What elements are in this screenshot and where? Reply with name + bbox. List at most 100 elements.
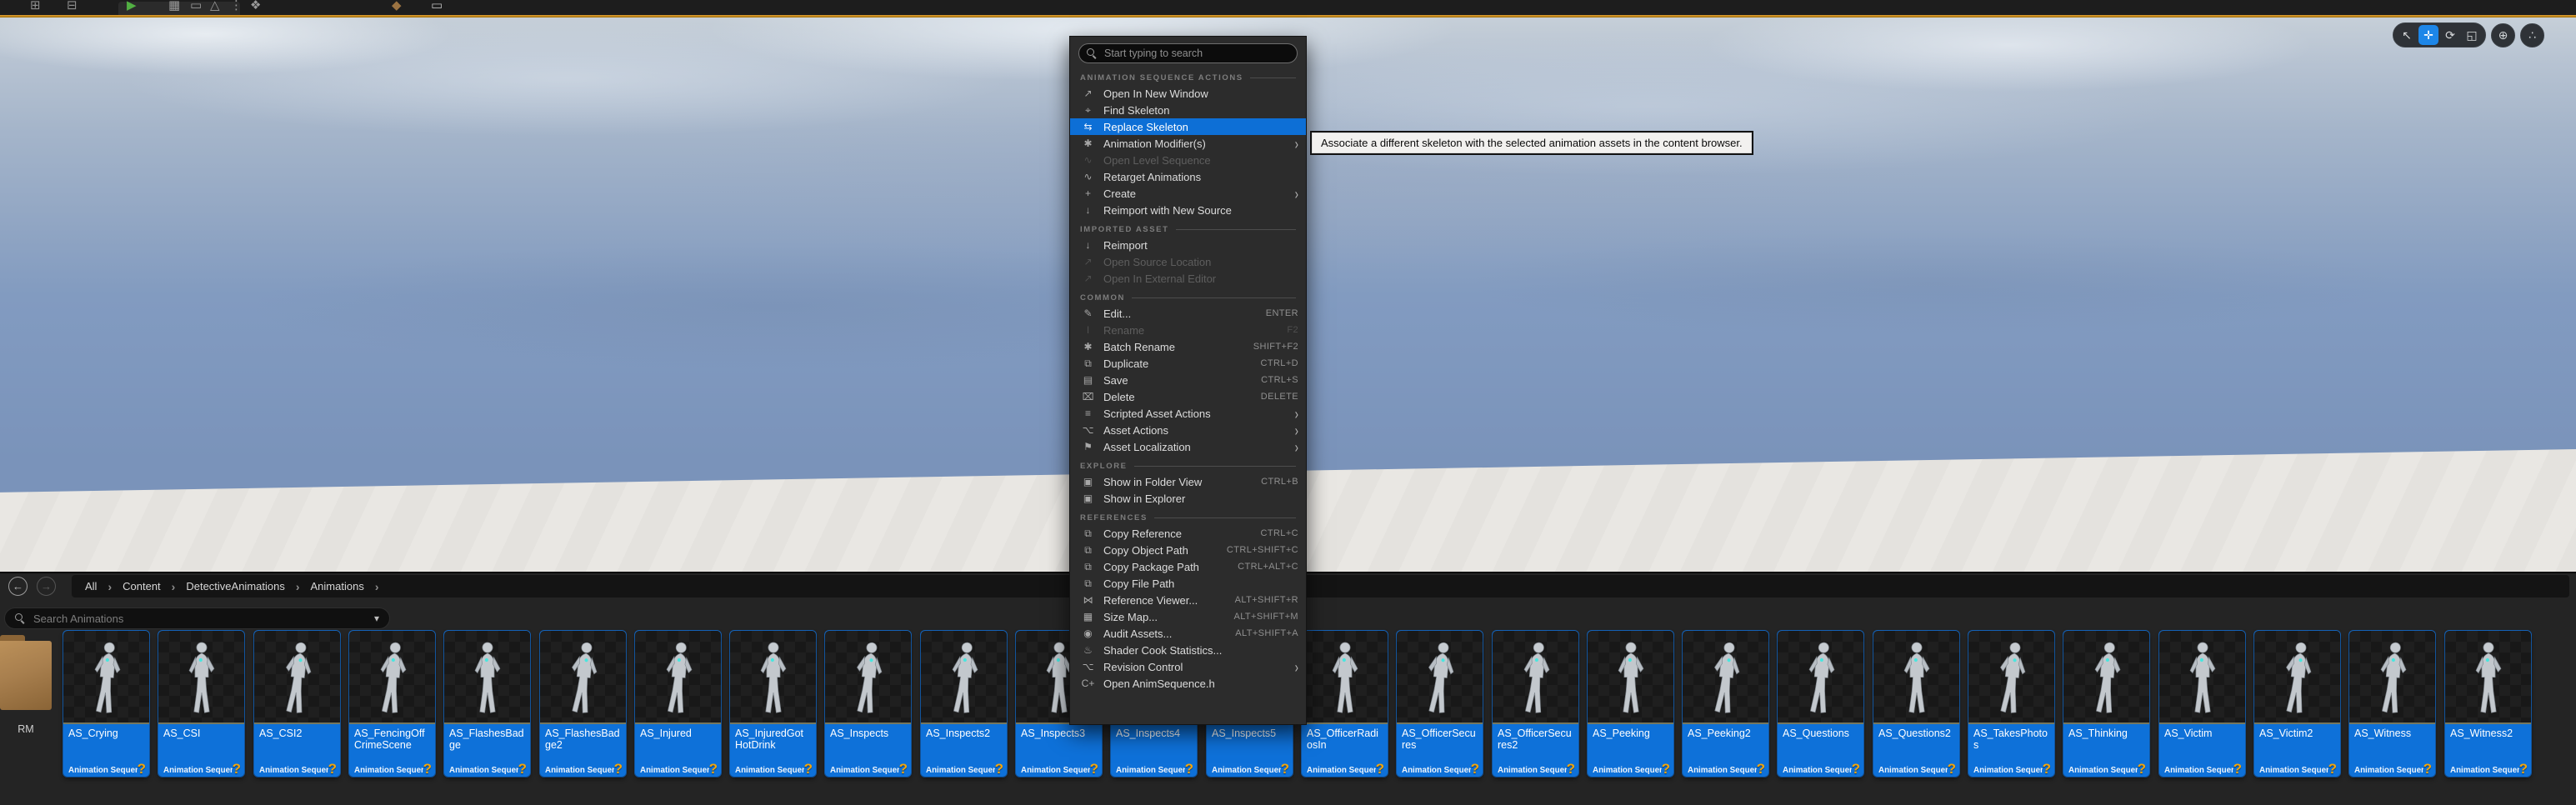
tile-label-area: AS_OfficerSecures2Animation Sequen...? bbox=[1493, 724, 1578, 777]
asset-tile-as_victim[interactable]: AS_VictimAnimation Sequen...? bbox=[2159, 631, 2245, 777]
asset-tile-as_witness2[interactable]: AS_Witness2Animation Sequen...? bbox=[2445, 631, 2531, 777]
menu-item-shader-cook-statistics[interactable]: ♨Shader Cook Statistics... bbox=[1070, 642, 1306, 658]
asset-name: AS_OfficerRadiosIn bbox=[1307, 728, 1383, 751]
menu-item-replace-skeleton[interactable]: ⇆Replace Skeleton bbox=[1070, 118, 1306, 135]
tile-label-area: AS_Questions2Animation Sequen...? bbox=[1873, 724, 1959, 777]
search-icon bbox=[1087, 48, 1097, 58]
toolbar-grid-icon[interactable]: ▦ bbox=[168, 0, 180, 13]
menu-item-open-animsequence-h[interactable]: C+Open AnimSequence.h bbox=[1070, 675, 1306, 692]
menu-item-size-map[interactable]: ▦Size Map...ALT+SHIFT+M bbox=[1070, 608, 1306, 625]
menu-item-label: Open AnimSequence.h bbox=[1103, 678, 1215, 690]
mannequin-figure bbox=[1898, 641, 1936, 718]
asset-tile-as_witness[interactable]: AS_WitnessAnimation Sequence? bbox=[2349, 631, 2435, 777]
asset-tile-as_officersecures[interactable]: AS_OfficerSecuresAnimation Sequen...? bbox=[1397, 631, 1483, 777]
world-space-toggle[interactable]: ⊕ bbox=[2491, 23, 2515, 48]
menu-item-revision-control[interactable]: ⌥Revision Control› bbox=[1070, 658, 1306, 675]
toolbar-icon-a[interactable]: ⊞ bbox=[30, 0, 41, 13]
menu-section: COMMON✎Edit...ENTERIRenameF2✱Batch Renam… bbox=[1070, 290, 1306, 455]
asset-tile-as_csi2[interactable]: AS_CSI2Animation Sequen...? bbox=[254, 631, 340, 777]
move-tool[interactable]: ✛ bbox=[2418, 25, 2438, 45]
menu-item-reference-viewer[interactable]: ⋈Reference Viewer...ALT+SHIFT+R bbox=[1070, 592, 1306, 608]
asset-tile-as_officersecures2[interactable]: AS_OfficerSecures2Animation Sequen...? bbox=[1493, 631, 1578, 777]
asset-tile-as_inspects[interactable]: AS_InspectsAnimation Sequen...? bbox=[825, 631, 911, 777]
menu-item-delete[interactable]: ⌧DeleteDELETE bbox=[1070, 388, 1306, 405]
asset-tile-as_injuredgothotdrink[interactable]: AS_InjuredGotHotDrinkAnimation Sequen...… bbox=[730, 631, 816, 777]
menu-item-scripted-asset-actions[interactable]: ≡Scripted Asset Actions› bbox=[1070, 405, 1306, 422]
menu-item-create[interactable]: +Create› bbox=[1070, 185, 1306, 202]
reimport-icon: ↓ bbox=[1081, 239, 1095, 251]
toolbar-monitor-icon[interactable]: ▭ bbox=[190, 0, 202, 13]
menu-item-copy-reference[interactable]: ⧉Copy ReferenceCTRL+C bbox=[1070, 525, 1306, 542]
menu-item-find-skeleton[interactable]: ⌖Find Skeleton bbox=[1070, 102, 1306, 118]
asset-search-bar[interactable]: ▾ bbox=[4, 608, 390, 629]
menu-item-asset-actions[interactable]: ⌥Asset Actions› bbox=[1070, 422, 1306, 438]
search-input[interactable] bbox=[32, 612, 368, 626]
toolbar-platforms-icon[interactable]: △ bbox=[210, 0, 220, 13]
breadcrumb-item-animations[interactable]: Animations bbox=[311, 580, 364, 592]
asset-name: AS_Peeking2 bbox=[1688, 728, 1763, 739]
folder-item-rm[interactable] bbox=[0, 635, 52, 710]
edit-icon: ✎ bbox=[1081, 308, 1095, 319]
breadcrumb-item-all[interactable]: All bbox=[85, 580, 97, 592]
asset-tile-as_fencingoffcrimescene[interactable]: AS_FencingOffCrimeSceneAnimation Sequenc… bbox=[349, 631, 435, 777]
snap-toggle[interactable]: ∴ bbox=[2520, 23, 2544, 48]
breadcrumb-item-content[interactable]: Content bbox=[123, 580, 161, 592]
breadcrumb-item-detectiveanimations[interactable]: DetectiveAnimations bbox=[186, 580, 285, 592]
menu-item-retarget-animations[interactable]: ∿Retarget Animations bbox=[1070, 168, 1306, 185]
asset-tile-as_victim2[interactable]: AS_Victim2Animation Sequen...? bbox=[2254, 631, 2340, 777]
asset-tile-as_questions[interactable]: AS_QuestionsAnimation Sequen...? bbox=[1778, 631, 1863, 777]
menu-item-open-in-new-window[interactable]: ↗Open In New Window bbox=[1070, 85, 1306, 102]
menu-item-edit[interactable]: ✎Edit...ENTER bbox=[1070, 305, 1306, 322]
menu-item-batch-rename[interactable]: ✱Batch RenameSHIFT+F2 bbox=[1070, 338, 1306, 355]
mannequin-figure bbox=[1798, 639, 1843, 719]
toolbar-icon-g[interactable]: ▭ bbox=[431, 0, 443, 13]
asset-tile-as_officerradiosin[interactable]: AS_OfficerRadiosInAnimation Sequence? bbox=[1302, 631, 1388, 777]
mannequin-figure bbox=[845, 639, 891, 719]
menu-item-copy-file-path[interactable]: ⧉Copy File Path bbox=[1070, 575, 1306, 592]
asset-tile-as_peeking2[interactable]: AS_Peeking2 Animation Sequence? bbox=[1683, 631, 1768, 777]
menu-search-bar[interactable] bbox=[1078, 43, 1298, 63]
menu-item-label: Save bbox=[1103, 374, 1128, 387]
select-tool[interactable]: ↖ bbox=[2397, 25, 2417, 45]
menu-item-animation-modifier-s[interactable]: ✱Animation Modifier(s)› bbox=[1070, 135, 1306, 152]
menu-search-input[interactable] bbox=[1103, 47, 1289, 60]
toolbar-modes-icon[interactable]: ❖ bbox=[250, 0, 261, 13]
play-button[interactable]: ▶ bbox=[127, 0, 137, 13]
shortcut-label: ALT+SHIFT+M bbox=[1233, 612, 1298, 622]
menu-item-show-in-folder-view[interactable]: ▣Show in Folder ViewCTRL+B bbox=[1070, 473, 1306, 490]
asset-tile-as_takesphotos[interactable]: AS_TakesPhotosAnimation Sequence? bbox=[1968, 631, 2054, 777]
menu-item-label: Copy Package Path bbox=[1103, 561, 1199, 573]
asset-tile-as_inspects2[interactable]: AS_Inspects2Animation Sequen...? bbox=[921, 631, 1007, 777]
rotate-tool[interactable]: ⟳ bbox=[2440, 25, 2460, 45]
toolbar-icon-b[interactable]: ⊟ bbox=[67, 0, 78, 13]
menu-item-audit-assets[interactable]: ◉Audit Assets...ALT+SHIFT+A bbox=[1070, 625, 1306, 642]
asset-tile-as_csi[interactable]: AS_CSIAnimation Sequen...? bbox=[158, 631, 244, 777]
menu-item-show-in-explorer[interactable]: ▣Show in Explorer bbox=[1070, 490, 1306, 507]
menu-item-reimport[interactable]: ↓Reimport bbox=[1070, 237, 1306, 253]
forward-button[interactable]: → bbox=[37, 577, 56, 596]
back-button[interactable]: ← bbox=[8, 577, 28, 596]
menu-item-label: Open Level Sequence bbox=[1103, 154, 1211, 167]
tile-bottom-row: Animation Sequen...? bbox=[735, 762, 813, 775]
menu-item-label: Open In External Editor bbox=[1103, 272, 1216, 285]
menu-item-copy-package-path[interactable]: ⧉Copy Package PathCTRL+ALT+C bbox=[1070, 558, 1306, 575]
asset-cube-icon[interactable]: ◆ bbox=[392, 0, 402, 13]
toolbar-kebab-icon[interactable]: ⋮ bbox=[230, 0, 243, 13]
menu-item-reimport-with-new-source[interactable]: ↓Reimport with New Source bbox=[1070, 202, 1306, 218]
asset-tile-as_questions2[interactable]: AS_Questions2Animation Sequen...? bbox=[1873, 631, 1959, 777]
chevron-down-icon[interactable]: ▾ bbox=[374, 612, 379, 624]
menu-item-copy-object-path[interactable]: ⧉Copy Object PathCTRL+SHIFT+C bbox=[1070, 542, 1306, 558]
asset-tile-as_flashesbadge2[interactable]: AS_FlashesBadge2Animation Sequen...? bbox=[540, 631, 626, 777]
menu-item-duplicate[interactable]: ⧉DuplicateCTRL+D bbox=[1070, 355, 1306, 372]
asset-tile-as_crying[interactable]: AS_CryingAnimation Sequen...? bbox=[63, 631, 149, 777]
menu-item-save[interactable]: ▤SaveCTRL+S bbox=[1070, 372, 1306, 388]
wrench-icon: ⌥ bbox=[1081, 424, 1095, 436]
scale-tool[interactable]: ◱ bbox=[2462, 25, 2482, 45]
asset-type-label: Animation Sequen... bbox=[1783, 766, 1852, 775]
asset-tile-as_thinking[interactable]: AS_ThinkingAnimation Sequen...? bbox=[2063, 631, 2149, 777]
tile-bottom-row: Animation Sequence? bbox=[1688, 762, 1765, 775]
menu-item-asset-localization[interactable]: ⚑Asset Localization› bbox=[1070, 438, 1306, 455]
asset-tile-as_flashesbadge[interactable]: AS_FlashesBadgeAnimation Sequen...? bbox=[444, 631, 530, 777]
asset-tile-as_peeking[interactable]: AS_PeekingAnimation Sequen...? bbox=[1588, 631, 1673, 777]
asset-tile-as_injured[interactable]: AS_InjuredAnimation Sequen...? bbox=[635, 631, 721, 777]
